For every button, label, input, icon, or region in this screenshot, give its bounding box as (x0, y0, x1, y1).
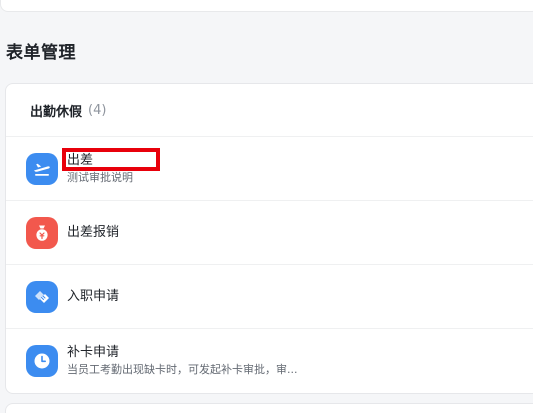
page-title: 表单管理 (6, 43, 76, 63)
form-item-clock-in-correction[interactable]: 补卡申请 当员工考勤出现缺卡时，可发起补卡审批，审... (6, 329, 533, 393)
form-item-title: 出差报销 (67, 225, 120, 240)
clock-icon (26, 345, 58, 377)
group-count: (4) (88, 102, 107, 118)
form-item-description: 测试审批说明 (67, 170, 133, 184)
form-item-title: 入职申请 (67, 289, 120, 304)
form-item-travel-reimbursement[interactable]: 出差报销 (6, 201, 533, 265)
next-group-card (5, 403, 533, 413)
form-item-description: 当员工考勤出现缺卡时，可发起补卡审批，审... (67, 363, 298, 376)
airplane-icon (26, 152, 58, 185)
form-item-onboarding[interactable]: 入职申请 (6, 265, 533, 329)
group-header: 出勤休假 (4) (6, 84, 533, 137)
form-group-card: 出勤休假 (4) 出差 测试审批说明 出差报销 入职申请 补卡申请 当员工考勤出… (5, 83, 533, 394)
previous-card (0, 0, 533, 12)
money-bag-icon (26, 216, 58, 249)
red-highlight-box (62, 148, 160, 171)
form-item-business-trip[interactable]: 出差 测试审批说明 (6, 137, 533, 201)
form-item-title: 补卡申请 (67, 345, 120, 360)
group-title: 出勤休假 (30, 104, 83, 120)
form-list: 出差 测试审批说明 出差报销 入职申请 补卡申请 当员工考勤出现缺卡时，可发起补… (6, 137, 533, 393)
handshake-icon (26, 280, 58, 313)
